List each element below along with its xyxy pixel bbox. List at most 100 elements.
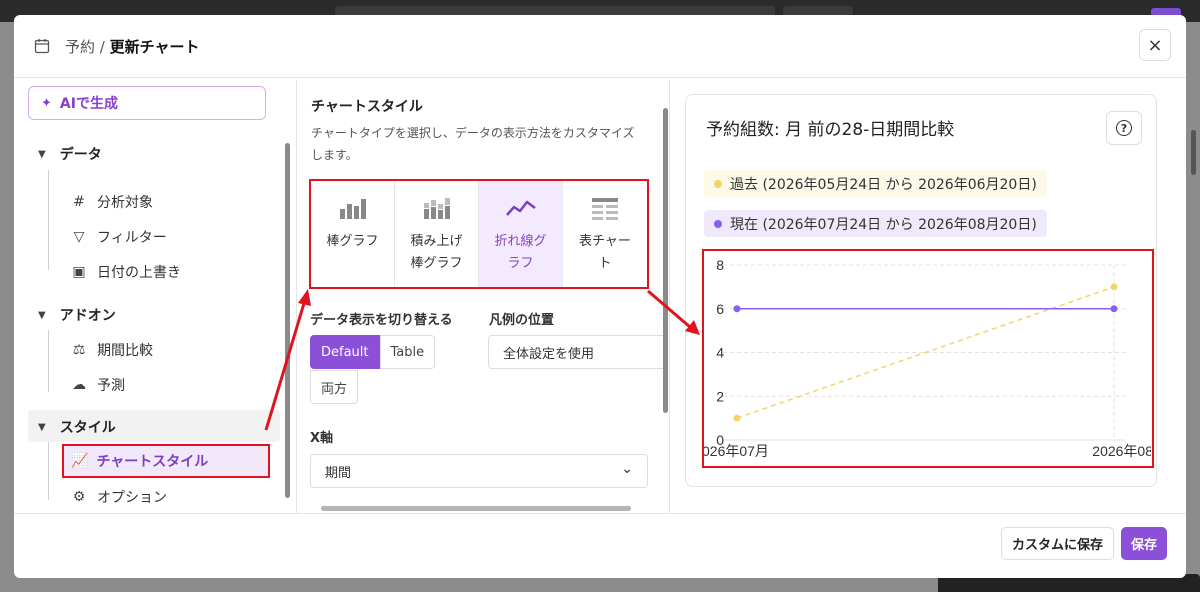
y-tick-label: 2 <box>716 388 724 404</box>
sliders-icon: ⚙ <box>72 489 86 505</box>
x-axis-value: 期間 <box>325 465 352 481</box>
sidebar-item-forecast[interactable]: ☁ 予測 <box>69 375 125 395</box>
legend-dot-current <box>714 219 722 228</box>
panel-description: チャートタイプを選択し、データの表示方法をカスタマイズします。 <box>311 126 635 162</box>
data-point <box>733 414 741 422</box>
sidebar-item-label: オプション <box>97 490 167 506</box>
calendar-icon <box>34 39 50 54</box>
section-style[interactable]: ▼ スタイル <box>38 417 116 437</box>
chevron-down-icon: ⌄ <box>621 461 633 477</box>
forecast-cloud-icon: ☁ <box>72 377 86 393</box>
panel-title: チャートスタイル <box>311 99 423 115</box>
legend-position-label: 凡例の位置 <box>489 313 555 328</box>
section-label: アドオン <box>59 308 116 324</box>
data-point <box>1110 305 1118 313</box>
data-point <box>1110 283 1118 291</box>
x-axis-label: X軸 <box>310 431 334 446</box>
x-tick-label: 026年07月 <box>704 443 769 459</box>
sidebar-item-chart-style[interactable]: 📈 チャートスタイル <box>62 444 270 478</box>
data-point <box>733 305 741 313</box>
chart-preview-card: 予約組数: 月 前の28-日期間比較 ? 過去 (2026年05月24日 から … <box>685 94 1157 487</box>
footer-divider <box>14 513 1186 514</box>
legend-label: 現在 (2026年07月24日 から 2026年08月20日) <box>730 216 1037 233</box>
sparkle-icon: ✦ <box>41 95 52 111</box>
help-button[interactable]: ? <box>1106 111 1142 145</box>
caret-down-icon: ▼ <box>38 148 46 160</box>
legend-item-current[interactable]: 現在 (2026年07月24日 から 2026年08月20日) <box>704 210 1047 237</box>
tree-line <box>48 442 49 500</box>
toggle-table[interactable]: Table <box>379 335 436 369</box>
hash-icon: # <box>73 194 85 210</box>
chart-type-selector: 棒グラフ 積み上げ 棒グラフ 折れ線グ ラフ 表チャー ト <box>309 179 649 289</box>
sidebar-item-label: フィルター <box>97 230 167 246</box>
x-tick-label: 2026年08 <box>1092 443 1151 459</box>
ai-generate-button[interactable]: ✦ AIで生成 <box>28 86 266 120</box>
x-axis-select[interactable]: 期間 ⌄ <box>310 454 648 488</box>
data-toggle-label: データ表示を切り替える <box>310 313 453 328</box>
chart-plot-area: 8 6 4 2 0 026年07月 2026年08 <box>702 249 1154 468</box>
save-custom-button[interactable]: カスタムに保存 <box>1001 527 1115 560</box>
sidebar-item-label: 分析対象 <box>97 195 153 211</box>
breadcrumb: 予約 / 更新チャート <box>65 36 199 57</box>
tree-line <box>48 330 49 392</box>
toggle-default[interactable]: Default <box>310 335 380 369</box>
chart-type-label: 棒グラフ <box>326 234 379 249</box>
sidebar-item-date-override[interactable]: ▣ 日付の上書き <box>69 262 181 282</box>
save-button[interactable]: 保存 <box>1121 527 1168 560</box>
panel-scrollbar-horizontal[interactable] <box>321 506 631 511</box>
y-tick-label: 4 <box>716 345 724 361</box>
settings-sidebar: ✦ AIで生成 ▼ データ # 分析対象 ▽ フィルター ▣ 日付の上書き ▼ アドオン ⚖… <box>14 80 294 513</box>
ai-generate-label: AIで生成 <box>59 96 118 112</box>
chart-type-label: 積み上げ 棒グラフ <box>410 234 463 271</box>
chart-type-stacked-bar[interactable]: 積み上げ 棒グラフ <box>395 181 479 287</box>
toggle-both[interactable]: 両方 <box>310 370 359 404</box>
section-addon[interactable]: ▼ アドオン <box>38 305 116 325</box>
close-icon: × <box>1147 34 1163 56</box>
legend-label: 過去 (2026年05月24日 から 2026年06月20日) <box>730 176 1037 193</box>
sidebar-item-options[interactable]: ⚙ オプション <box>69 487 167 507</box>
chart-type-line[interactable]: 折れ線グ ラフ <box>479 181 563 287</box>
sidebar-item-label: チャートスタイル <box>96 454 209 470</box>
chart-title: 予約組数: 月 前の28-日期間比較 <box>706 120 955 140</box>
tree-line <box>48 170 49 270</box>
sidebar-item-label: 日付の上書き <box>97 265 181 281</box>
edit-chart-modal: 予約 / 更新チャート × ✦ AIで生成 ▼ データ # 分析対象 ▽ フィルター ▣… <box>14 15 1186 578</box>
data-toggle-group: Default Table <box>310 335 436 369</box>
legend-dot-past <box>714 179 722 188</box>
y-tick-label: 6 <box>716 301 724 317</box>
section-data[interactable]: ▼ データ <box>38 144 102 164</box>
breadcrumb-current: 更新チャート <box>109 37 200 56</box>
chart-type-bar[interactable]: 棒グラフ <box>311 181 395 287</box>
filter-icon: ▽ <box>73 229 85 245</box>
sidebar-item-period-compare[interactable]: ⚖ 期間比較 <box>69 340 153 360</box>
chart-type-table[interactable]: 表チャー ト <box>563 181 647 287</box>
bar-chart-icon <box>339 199 366 219</box>
section-label: データ <box>59 147 102 163</box>
chart-type-label: 表チャー ト <box>579 234 631 271</box>
line-chart: 86420026年07月 2026年08 <box>702 257 1153 459</box>
caret-down-icon: ▼ <box>38 421 46 433</box>
table-chart-icon <box>591 198 618 220</box>
line-chart-icon <box>505 200 536 216</box>
legend-position-select[interactable]: 全体設定を使用 <box>488 335 668 369</box>
modal-header: 予約 / 更新チャート × <box>14 15 1186 77</box>
chart-style-panel: チャートスタイル チャートタイプを選択し、データの表示方法をカスタマイズします。… <box>296 80 670 513</box>
page-scrollbar[interactable] <box>1191 130 1196 175</box>
chart-type-label: 折れ線グ ラフ <box>494 234 547 271</box>
help-icon: ? <box>1116 120 1132 136</box>
sidebar-item-analysis-target[interactable]: # 分析対象 <box>69 192 153 212</box>
close-button[interactable]: × <box>1139 29 1171 61</box>
scale-icon: ⚖ <box>72 342 86 358</box>
stacked-bar-chart-icon <box>423 198 450 219</box>
panel-scrollbar-vertical[interactable] <box>663 108 668 413</box>
line-chart-icon: 📈 <box>71 453 89 469</box>
section-label: スタイル <box>59 420 116 436</box>
caret-down-icon: ▼ <box>38 309 46 321</box>
breadcrumb-parent[interactable]: 予約 / <box>65 38 110 56</box>
y-tick-label: 8 <box>716 257 724 273</box>
sidebar-scrollbar[interactable] <box>285 143 290 498</box>
legend-item-past[interactable]: 過去 (2026年05月24日 から 2026年06月20日) <box>704 170 1047 197</box>
sidebar-item-filter[interactable]: ▽ フィルター <box>69 227 167 247</box>
header-divider <box>14 77 1186 78</box>
calendar-icon: ▣ <box>72 264 86 280</box>
